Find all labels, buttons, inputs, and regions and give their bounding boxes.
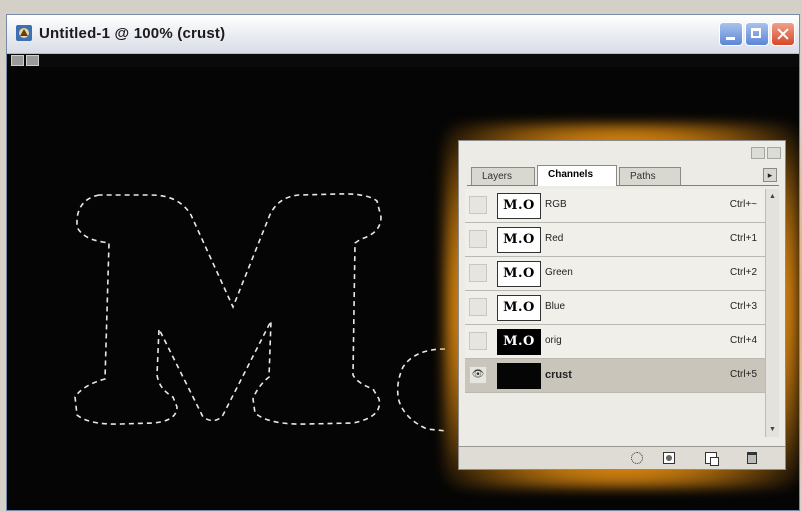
visibility-toggle[interactable] — [469, 264, 487, 282]
palette-menu-arrow-icon[interactable]: ▸ — [763, 168, 777, 182]
palette-minimize-button[interactable] — [751, 147, 765, 159]
visibility-toggle[interactable] — [469, 230, 487, 248]
channel-row-red[interactable]: M.O Red Ctrl+1 — [465, 223, 765, 257]
tab-channels[interactable]: Channels — [537, 165, 617, 186]
standard-mode-button[interactable] — [11, 55, 24, 66]
channel-thumbnail: M.O — [497, 295, 541, 321]
channel-name: orig — [545, 335, 562, 346]
channel-thumbnail — [497, 363, 541, 389]
channel-shortcut: Ctrl+3 — [730, 301, 757, 312]
channel-row-blue[interactable]: M.O Blue Ctrl+3 — [465, 291, 765, 325]
new-channel-icon[interactable] — [705, 452, 719, 466]
channel-row-green[interactable]: M.O Green Ctrl+2 — [465, 257, 765, 291]
channel-row-rgb[interactable]: M.O RGB Ctrl+~ — [465, 189, 765, 223]
channels-palette: Layers Channels Paths ▸ M.O RGB Ctrl+~ M… — [458, 140, 786, 470]
channel-thumbnail: M.O — [497, 261, 541, 287]
channel-thumbnail: M.O — [497, 193, 541, 219]
minimize-button[interactable] — [719, 22, 743, 46]
title-bar[interactable]: Untitled-1 @ 100% (crust) — [7, 15, 799, 54]
scroll-down-arrow-icon[interactable]: ▼ — [767, 424, 778, 435]
visibility-toggle[interactable] — [469, 196, 487, 214]
visibility-toggle[interactable] — [469, 332, 487, 350]
selection-outline-dot — [396, 348, 448, 432]
tab-paths[interactable]: Paths — [619, 167, 681, 185]
channel-shortcut: Ctrl+1 — [730, 233, 757, 244]
channel-name: Red — [545, 233, 564, 244]
palette-bottom-bar — [459, 446, 785, 469]
channel-list: M.O RGB Ctrl+~ M.O Red Ctrl+1 M.O Green … — [465, 189, 765, 393]
quickmask-mode-button[interactable] — [26, 55, 39, 66]
channel-name: RGB — [545, 199, 567, 210]
channel-shortcut: Ctrl+4 — [730, 335, 757, 346]
maximize-button[interactable] — [745, 22, 769, 46]
channel-name: Green — [545, 267, 573, 278]
palette-tabs: Layers Channels Paths ▸ — [467, 165, 779, 186]
tab-layers[interactable]: Layers — [471, 167, 535, 185]
palette-window-controls — [751, 147, 781, 159]
channel-name: crust — [545, 369, 572, 381]
visibility-toggle[interactable] — [469, 298, 487, 316]
window-title: Untitled-1 @ 100% (crust) — [39, 25, 226, 42]
palette-close-button[interactable] — [767, 147, 781, 159]
channel-shortcut: Ctrl+2 — [730, 267, 757, 278]
channel-shortcut: Ctrl+5 — [730, 369, 757, 380]
channel-list-scrollbar[interactable]: ▲ ▼ — [765, 189, 779, 437]
scroll-up-arrow-icon[interactable]: ▲ — [767, 191, 778, 202]
view-controls — [11, 55, 39, 67]
save-selection-icon[interactable] — [663, 452, 675, 464]
channel-shortcut: Ctrl+~ — [729, 199, 757, 210]
channel-thumbnail: M.O — [497, 329, 541, 355]
channel-thumbnail: M.O — [497, 227, 541, 253]
selection-outline-m — [74, 193, 382, 425]
channel-row-orig[interactable]: M.O orig Ctrl+4 — [465, 325, 765, 359]
photoshop-app-icon[interactable] — [15, 24, 33, 42]
close-button[interactable] — [771, 22, 795, 46]
channel-name: Blue — [545, 301, 566, 312]
load-selection-icon[interactable] — [631, 452, 643, 464]
delete-channel-icon[interactable] — [747, 452, 757, 464]
eye-icon[interactable]: 👁 — [469, 366, 487, 384]
channel-row-crust[interactable]: 👁 crust Ctrl+5 — [465, 359, 765, 393]
